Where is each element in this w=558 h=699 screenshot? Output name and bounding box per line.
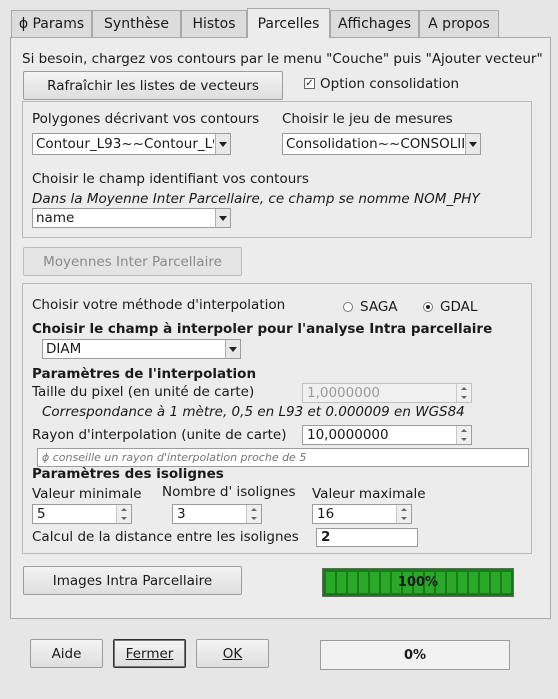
pixel-size-label: Taille du pixel (en unité de carte) (32, 384, 255, 400)
max-value-label: Valeur maximale (312, 486, 426, 502)
interp-field-value: DIAM (46, 341, 82, 357)
spin-arrows-icon[interactable] (396, 505, 411, 523)
saga-label: SAGA (360, 299, 398, 315)
tab-a-propos[interactable]: A propos (419, 10, 499, 37)
inter-parcellaire-label: Moyennes Inter Parcellaire (43, 253, 222, 270)
spin-arrows-icon[interactable] (456, 384, 471, 402)
id-field-value: name (36, 210, 75, 226)
max-value: 16 (317, 506, 335, 522)
radius-hint-text: ϕ conseille un rayon d'interpolation pro… (42, 451, 307, 464)
progress-segment (502, 572, 511, 593)
interp-field-label: Choisir le champ à interpoler pour l'ana… (32, 321, 493, 337)
spin-arrows-icon[interactable] (246, 505, 261, 523)
isolines-count-label: Nombre d' isolignes (162, 484, 296, 500)
progress-segment (491, 572, 500, 593)
consolidation-label: Option consolidation (320, 76, 460, 92)
pixel-size-note: Correspondance à 1 mètre, 0,5 en L93 et … (42, 404, 465, 420)
chevron-down-icon (215, 134, 230, 154)
progress-segment (480, 572, 489, 593)
contours-hint: Si besoin, chargez vos contours par le m… (22, 51, 543, 67)
chevron-down-icon (215, 209, 230, 227)
close-label: Fermer (125, 645, 174, 662)
ok-button[interactable]: OK (196, 639, 269, 668)
pixel-size-value: 1,0000000 (307, 385, 381, 401)
interp-method-label: Choisir votre méthode d'interpolation (32, 297, 286, 313)
radius-spinbox[interactable]: 10,0000000 (302, 425, 472, 445)
radius-hint-field: ϕ conseille un rayon d'interpolation pro… (37, 448, 529, 467)
progress-segment (469, 572, 478, 593)
global-progress-bar: 0% (320, 640, 510, 670)
intra-parcellaire-button[interactable]: Images Intra Parcellaire (23, 566, 242, 595)
min-value-label: Valeur minimale (32, 486, 142, 502)
radius-label: Rayon d'interpolation (unite de carte) (32, 427, 287, 443)
chevron-down-icon (225, 340, 240, 358)
tab-a-propos-label: A propos (428, 16, 490, 32)
consolidation-checkbox[interactable]: ✓ (304, 78, 315, 89)
progress-segment (337, 572, 346, 593)
intra-progress-bar: 100% (322, 568, 514, 597)
refresh-vectors-label: Rafraîchir les listes de vecteurs (47, 77, 259, 94)
progress-segment (381, 572, 390, 593)
tab-affichages[interactable]: Affichages (330, 10, 419, 37)
progress-segment (348, 572, 357, 593)
tab-histos-label: Histos (192, 16, 236, 32)
min-value: 5 (37, 506, 46, 522)
chevron-down-icon (465, 134, 480, 154)
measures-label: Choisir le jeu de mesures (282, 111, 453, 127)
refresh-vectors-button[interactable]: Rafraîchir les listes de vecteurs (23, 71, 283, 100)
help-button[interactable]: Aide (30, 639, 103, 668)
max-value-spinbox[interactable]: 16 (312, 504, 412, 524)
inter-parcellaire-button[interactable]: Moyennes Inter Parcellaire (23, 247, 242, 276)
gdal-radio[interactable] (423, 302, 433, 312)
tab-params-label: ϕ Params (18, 16, 85, 32)
tab-parcelles-label: Parcelles (257, 15, 320, 32)
intra-progress-text: 100% (397, 575, 439, 590)
id-field-label: Choisir le champ identifiant vos contour… (32, 171, 309, 187)
spin-arrows-icon[interactable] (116, 505, 131, 523)
tab-params[interactable]: ϕ Params (11, 10, 92, 37)
progress-segment (370, 572, 379, 593)
distance-label: Calcul de la distance entre les isoligne… (32, 529, 299, 545)
tab-histos[interactable]: Histos (181, 10, 247, 37)
id-field-note: Dans la Moyenne Inter Parcellaire, ce ch… (32, 191, 480, 207)
spin-arrows-icon[interactable] (456, 426, 471, 444)
measures-combo[interactable]: Consolidation~~CONSOLIDATION (282, 133, 481, 155)
check-mark-icon: ✓ (305, 78, 314, 89)
saga-radio[interactable] (343, 302, 353, 312)
tab-synthese-label: Synthèse (104, 16, 169, 32)
isolines-title: Paramètres des isolignes (32, 466, 224, 482)
polygons-value: Contour_L93~~Contour_L93 (36, 136, 214, 152)
intra-parcellaire-label: Images Intra Parcellaire (52, 572, 213, 589)
min-value-spinbox[interactable]: 5 (32, 504, 132, 524)
tab-affichages-label: Affichages (337, 16, 412, 32)
distance-value: 2 (321, 529, 331, 545)
isolines-count-value: 3 (177, 506, 186, 522)
progress-segment (326, 572, 335, 593)
global-progress-text: 0% (403, 647, 427, 663)
interp-field-combo[interactable]: DIAM (42, 339, 241, 359)
interp-params-title: Paramètres de l'interpolation (32, 366, 257, 382)
ok-label: OK (222, 645, 243, 662)
pixel-size-spinbox[interactable]: 1,0000000 (302, 383, 472, 403)
progress-segment (458, 572, 467, 593)
gdal-label: GDAL (440, 299, 478, 315)
polygons-label: Polygones décrivant vos contours (32, 111, 260, 127)
isolines-count-spinbox[interactable]: 3 (172, 504, 262, 524)
help-label: Aide (51, 645, 82, 662)
close-button[interactable]: Fermer (113, 639, 186, 668)
progress-segment (447, 572, 456, 593)
progress-segment (359, 572, 368, 593)
measures-value: Consolidation~~CONSOLIDATION (286, 136, 464, 152)
id-field-combo[interactable]: name (32, 208, 231, 228)
tab-parcelles[interactable]: Parcelles (247, 8, 330, 38)
radius-value: 10,0000000 (307, 427, 389, 443)
tab-synthese[interactable]: Synthèse (92, 10, 181, 37)
distance-field[interactable]: 2 (316, 528, 418, 547)
polygons-combo[interactable]: Contour_L93~~Contour_L93 (32, 133, 231, 155)
